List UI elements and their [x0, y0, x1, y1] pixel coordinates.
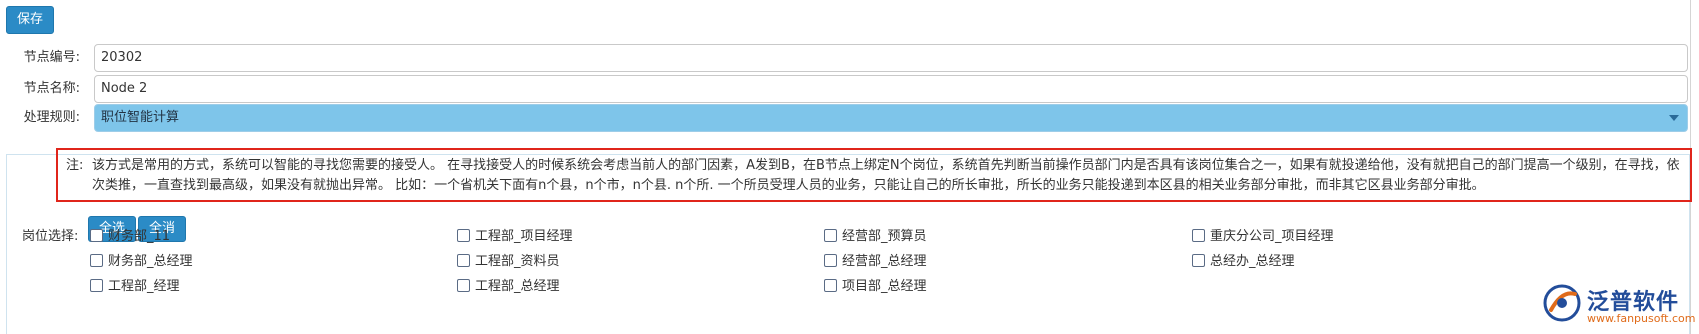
position-checkbox[interactable]: 项目部_总经理 — [824, 278, 927, 296]
position-option-label: 工程部_总经理 — [475, 279, 560, 294]
position-checkbox[interactable]: 财务部_11 — [90, 228, 170, 246]
checkbox-icon[interactable] — [457, 254, 470, 267]
position-option-label: 重庆分公司_项目经理 — [1210, 229, 1334, 244]
note-label: 注: — [66, 158, 84, 173]
checkbox-icon[interactable] — [824, 254, 837, 267]
node-no-input[interactable]: 20302 — [94, 44, 1688, 72]
checkbox-icon[interactable] — [90, 279, 103, 292]
logo-mark-icon — [1543, 284, 1581, 322]
position-checkbox[interactable]: 工程部_资料员 — [457, 253, 560, 271]
position-option-label: 工程部_资料员 — [475, 254, 560, 269]
position-option-label: 工程部_经理 — [108, 279, 180, 294]
rule-label: 处理规则: — [23, 110, 80, 125]
checkbox-icon[interactable] — [457, 229, 470, 242]
position-label: 岗位选择: — [22, 229, 79, 244]
position-option-label: 工程部_项目经理 — [475, 229, 573, 244]
checkbox-icon[interactable] — [1192, 254, 1205, 267]
rule-select[interactable]: 职位智能计算 — [94, 104, 1688, 132]
logo-url: www.fanpusoft.com — [1587, 312, 1696, 325]
toolbar: 保存 — [0, 0, 1699, 40]
checkbox-icon[interactable] — [90, 229, 103, 242]
position-checkbox[interactable]: 经营部_总经理 — [824, 253, 927, 271]
position-option-label: 经营部_总经理 — [842, 254, 927, 269]
rule-label-wrap: 处理规则: — [0, 104, 80, 132]
rule-select-value: 职位智能计算 — [101, 110, 180, 125]
position-option-label: 财务部_11 — [108, 229, 171, 244]
position-checkbox[interactable]: 重庆分公司_项目经理 — [1192, 228, 1334, 246]
checkbox-icon[interactable] — [1192, 229, 1205, 242]
position-checkbox[interactable]: 财务部_总经理 — [90, 253, 193, 271]
note-text: 该方式是常用的方式，系统可以智能的寻找您需要的接受人。 在寻找接受人的时候系统会… — [92, 158, 1680, 193]
position-option-label: 项目部_总经理 — [842, 279, 927, 294]
chevron-down-icon — [1669, 115, 1679, 121]
save-button[interactable]: 保存 — [6, 6, 55, 34]
position-checkbox[interactable]: 经营部_预算员 — [824, 228, 927, 246]
node-name-input[interactable]: Node 2 — [94, 75, 1688, 103]
position-option-label: 总经办_总经理 — [1210, 254, 1295, 269]
node-name-label-wrap: 节点名称: — [0, 75, 80, 103]
checkbox-icon[interactable] — [824, 279, 837, 292]
checkbox-icon[interactable] — [457, 279, 470, 292]
position-checkbox[interactable]: 总经办_总经理 — [1192, 253, 1295, 271]
position-checkbox[interactable]: 工程部_经理 — [90, 278, 180, 296]
node-no-label: 节点编号: — [23, 50, 80, 65]
position-checkbox[interactable]: 工程部_总经理 — [457, 278, 560, 296]
checkbox-icon[interactable] — [90, 254, 103, 267]
position-option-label: 经营部_预算员 — [842, 229, 927, 244]
node-no-label-wrap: 节点编号: — [0, 44, 80, 72]
position-option-label: 财务部_总经理 — [108, 254, 193, 269]
node-name-label: 节点名称: — [23, 81, 80, 96]
note-box: 注: 该方式是常用的方式，系统可以智能的寻找您需要的接受人。 在寻找接受人的时候… — [56, 148, 1692, 202]
checkbox-icon[interactable] — [824, 229, 837, 242]
logo: 泛普软件 www.fanpusoft.com — [1541, 280, 1695, 330]
position-checkbox[interactable]: 工程部_项目经理 — [457, 228, 573, 246]
